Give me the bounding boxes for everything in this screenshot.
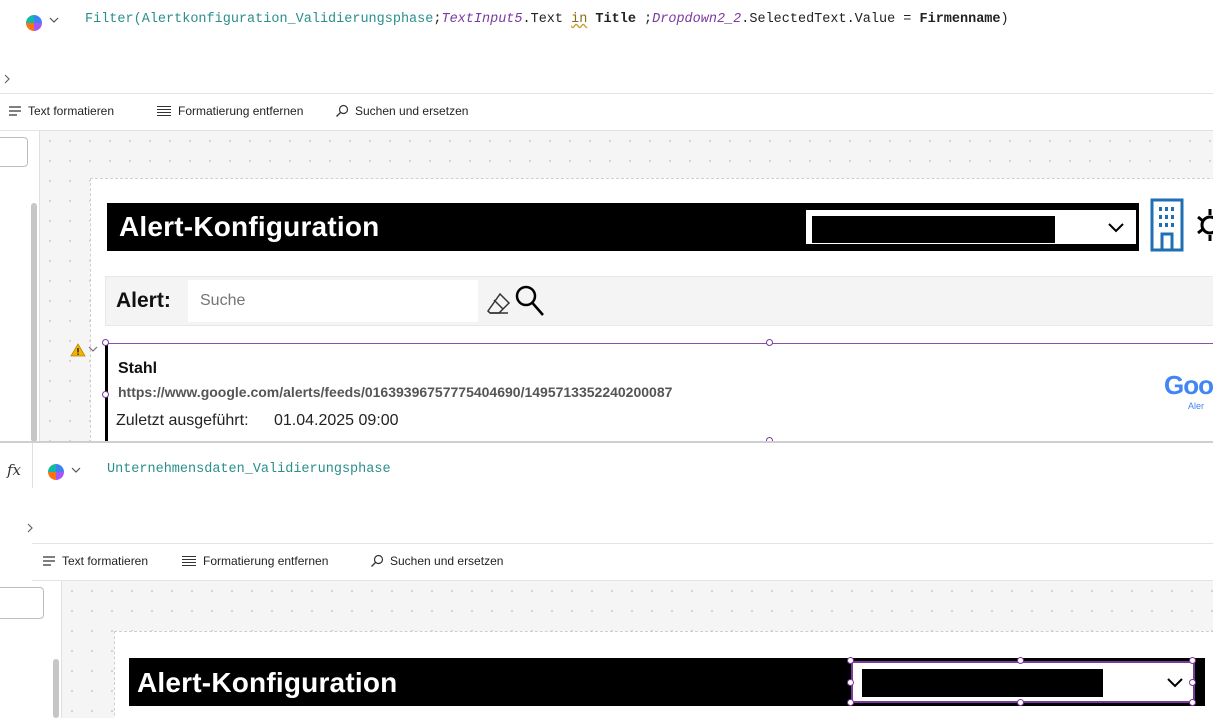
eraser-icon[interactable] [486,291,512,315]
resize-handle[interactable] [847,699,854,706]
building-icon[interactable] [1150,198,1184,252]
resize-handle[interactable] [102,391,109,398]
alert-gallery-card[interactable]: Stahl https://www.google.com/alerts/feed… [105,343,1213,442]
top-formula-bar[interactable]: Filter(Alertkonfiguration_Validierungsph… [0,0,1213,93]
formula-source: Alertkonfiguration_Validierungsphase [141,12,434,27]
search-input[interactable] [188,280,478,322]
resize-handle[interactable] [1017,657,1024,664]
chevron-down-icon [1108,223,1124,233]
top-toolbar: Text formatieren Formatierung entfernen … [0,93,1213,131]
scrollbar-thumb[interactable] [31,203,37,442]
resize-handle[interactable] [847,657,854,664]
fx-divider [32,443,33,488]
logo-text: Goo [1164,370,1213,400]
search-replace-icon [336,104,349,117]
search-label: Alert: [116,289,171,312]
search-replace-icon [371,554,384,567]
format-text-button[interactable]: Text formatieren [8,104,114,118]
left-panel [0,131,40,442]
fx-label: fx [7,461,22,479]
company-dropdown[interactable] [803,207,1139,247]
find-replace-label: Suchen und ersetzen [390,554,504,568]
app-title: Alert-Konfiguration [137,667,398,698]
formula-prop: .SelectedText.Value = [741,12,920,27]
design-canvas[interactable]: Alert-Konfiguration [62,581,1213,718]
formula-control: TextInput5 [441,12,523,27]
find-replace-button[interactable]: Suchen und ersetzen [335,104,468,118]
chevron-right-icon[interactable] [2,72,12,86]
remove-format-button[interactable]: Formatierung entfernen [181,554,328,568]
chevron-down-icon [1167,678,1183,688]
app-header: Alert-Konfiguration [107,203,1139,251]
format-text-button[interactable]: Text formatieren [42,554,148,568]
last-run-label: Zuletzt ausgeführt: [116,412,249,429]
chevron-right-icon[interactable] [25,521,35,535]
company-dropdown[interactable] [851,661,1195,703]
formula-fn: Filter( [85,12,142,27]
dropdown-selected-value [812,216,1055,243]
formula-field: Title [587,12,645,27]
formula-keyword: in [571,12,588,27]
format-text-label: Text formatieren [28,104,115,118]
resize-handle[interactable] [1189,679,1196,686]
tree-search-input[interactable] [0,137,28,167]
copilot-icon[interactable] [26,15,42,31]
formula-prop: .Text [522,12,572,27]
alert-url: https://www.google.com/alerts/feeds/0163… [118,384,673,400]
formula-input[interactable]: Unternehmensdaten_Validierungsphase [107,462,391,477]
resize-handle[interactable] [1189,699,1196,706]
formula-close: ) [1000,12,1009,27]
formula-control: Dropdown2_2 [652,12,742,27]
left-panel [0,581,62,718]
remove-format-icon [157,105,171,117]
chevron-down-icon[interactable] [47,13,61,27]
remove-format-button[interactable]: Formatierung entfernen [156,104,303,118]
warning-icon[interactable] [70,343,86,357]
bottom-editor-area: Alert-Konfiguration [0,581,1213,718]
last-run-value: 01.04.2025 09:00 [274,412,399,429]
chevron-down-icon[interactable] [69,463,83,477]
format-text-label: Text formatieren [62,554,149,568]
bottom-formula-bar[interactable]: fx Unternehmensdaten_Validierungsphase [0,443,1213,543]
search-row: Alert: [105,276,1213,326]
remove-format-label: Formatierung entfernen [178,104,304,118]
bottom-toolbar: Text formatieren Formatierung entfernen … [32,543,1213,581]
resize-handle[interactable] [766,339,773,346]
alert-title: Stahl [118,360,158,377]
format-text-icon [43,556,55,566]
resize-handle[interactable] [102,339,109,346]
remove-format-label: Formatierung entfernen [203,554,329,568]
formula-sep: ; [644,12,653,27]
logo-subtext: Aler [1188,401,1205,411]
gear-icon[interactable] [1193,205,1213,245]
dropdown-selected-value [862,669,1103,697]
resize-handle[interactable] [847,679,854,686]
magnifier-icon[interactable] [514,284,546,318]
tree-search-input[interactable] [0,587,44,619]
formula-field: Firmenname [919,12,1001,27]
resize-handle[interactable] [1017,699,1024,706]
format-text-icon [9,106,21,116]
google-alerts-logo: Goo Aler [1164,370,1213,411]
find-replace-label: Suchen und ersetzen [355,104,469,118]
app-title: Alert-Konfiguration [119,211,380,242]
resize-handle[interactable] [1189,657,1196,664]
app-screen-frame: Alert-Konfiguration [114,631,1213,718]
formula-input[interactable]: Filter(Alertkonfiguration_Validierungsph… [85,12,1009,27]
scrollbar-thumb[interactable] [53,659,59,718]
find-replace-button[interactable]: Suchen und ersetzen [370,554,503,568]
app-header: Alert-Konfiguration [129,658,1205,706]
remove-format-icon [182,555,196,567]
top-editor-area: Alert-Konfiguration Alert: Suche Stahl h… [0,131,1213,442]
copilot-icon[interactable] [48,464,64,480]
design-canvas[interactable]: Alert-Konfiguration Alert: Suche Stahl h… [40,131,1213,442]
chevron-down-icon[interactable] [87,344,99,354]
